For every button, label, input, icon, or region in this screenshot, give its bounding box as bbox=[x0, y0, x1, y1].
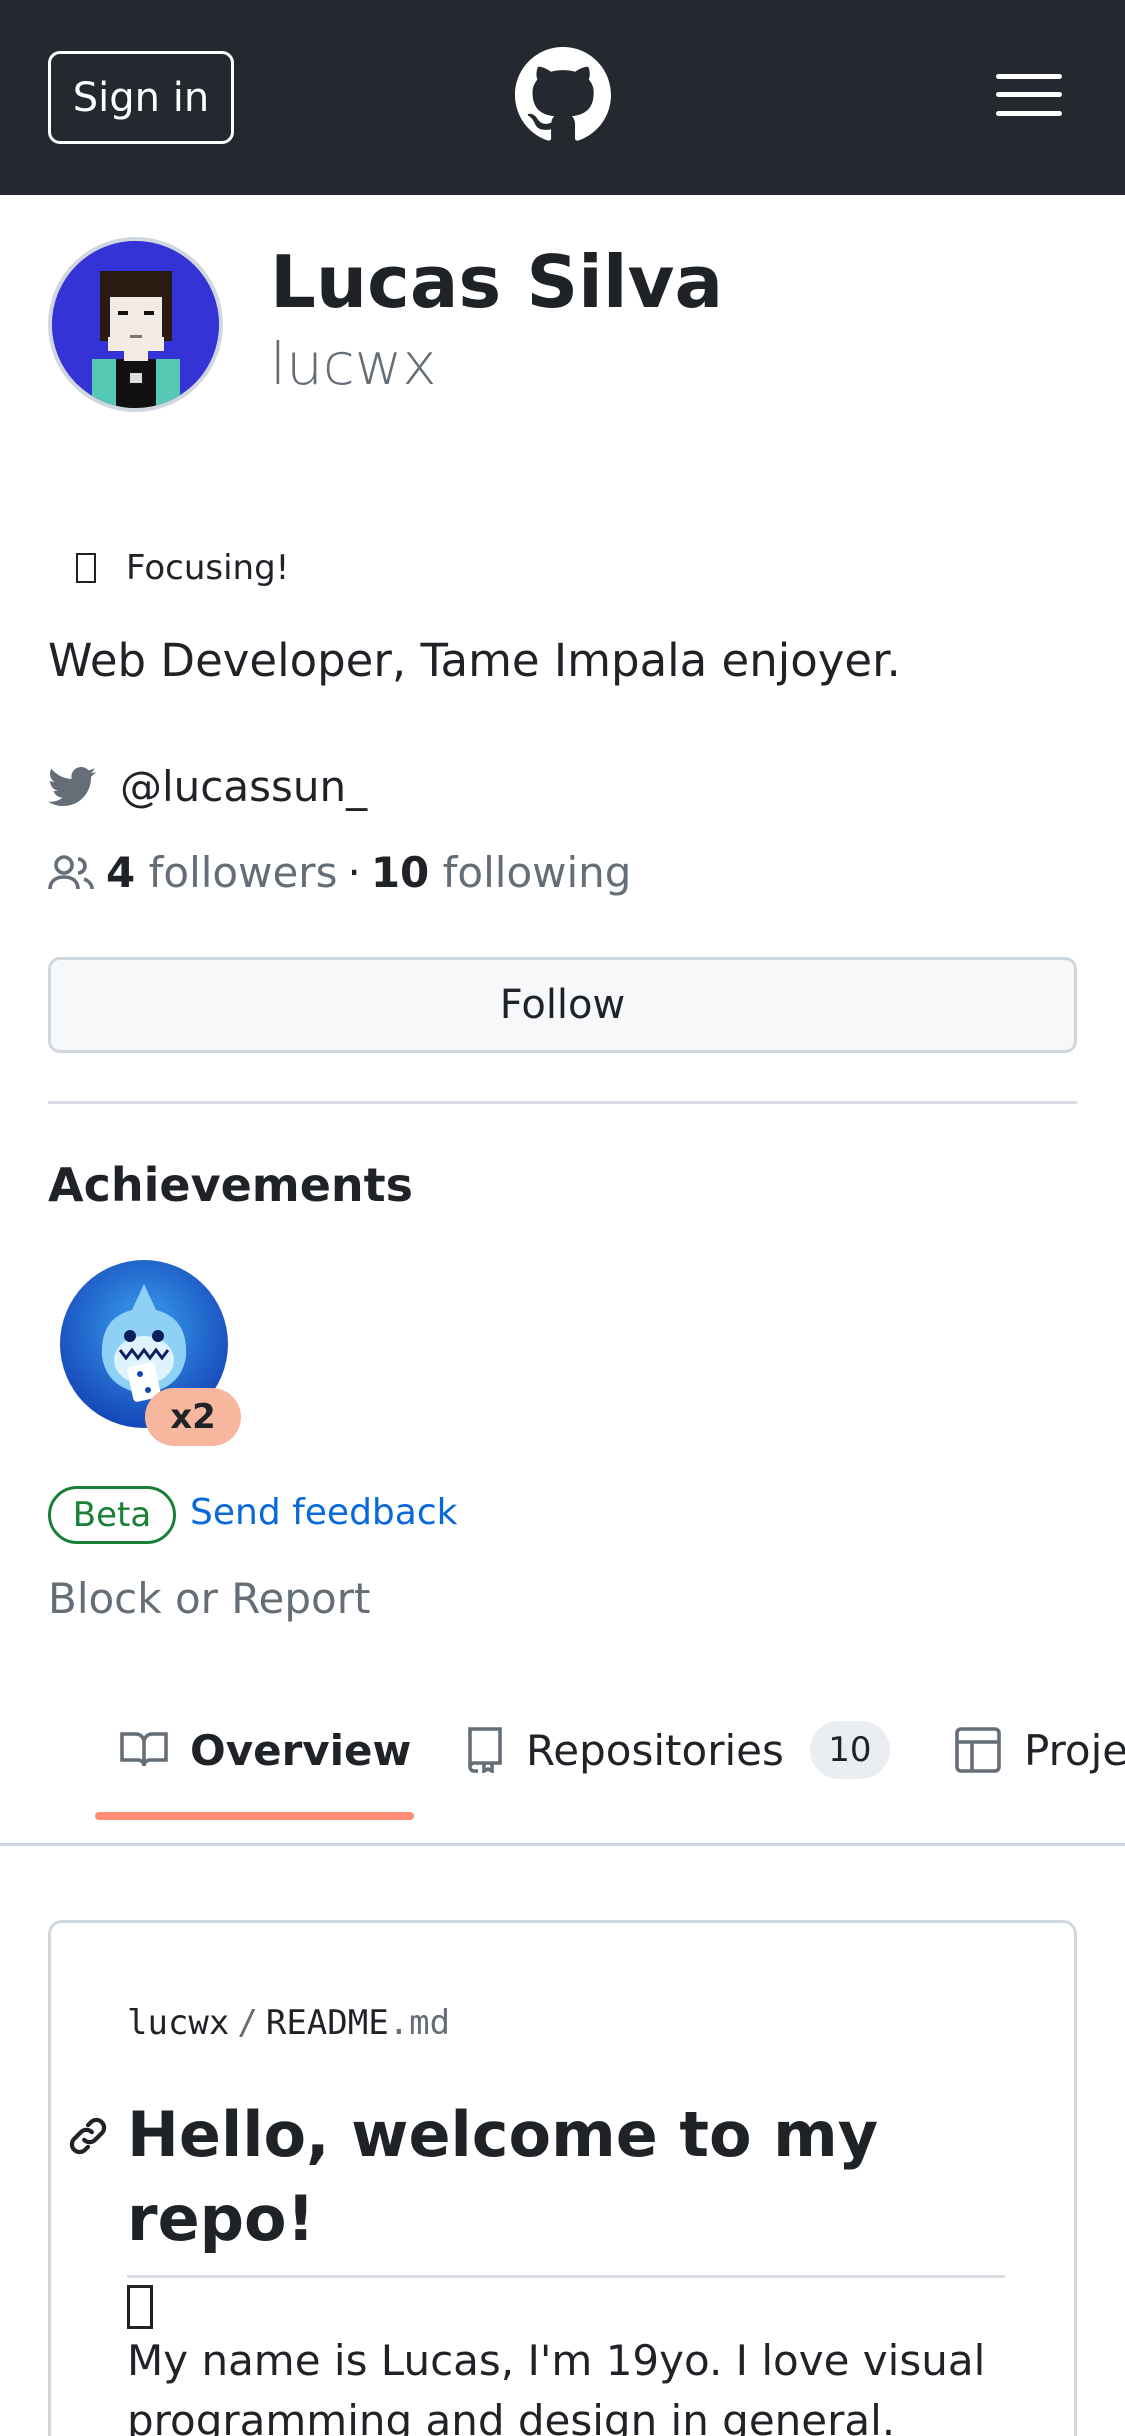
repositories-counter: 10 bbox=[809, 1721, 890, 1779]
block-or-report-link[interactable]: Block or Report bbox=[48, 1574, 371, 1623]
achievements-heading: Achievements bbox=[48, 1158, 414, 1212]
status-emoji-icon bbox=[76, 553, 96, 583]
following-label: following bbox=[442, 848, 632, 897]
tab-label: Repositories bbox=[526, 1725, 784, 1775]
book-icon bbox=[120, 1730, 168, 1770]
github-logo-icon[interactable] bbox=[515, 47, 611, 143]
readme-path: lucwx / README.md bbox=[127, 2003, 450, 2043]
follow-stats: 4 followers · 10 following bbox=[48, 848, 631, 897]
sign-in-button[interactable]: Sign in bbox=[48, 51, 234, 144]
people-icon bbox=[48, 854, 94, 889]
readme-heading-text: Hello, welcome to my repo! bbox=[127, 2098, 879, 2255]
beta-label: Beta bbox=[48, 1486, 176, 1544]
heading-rule bbox=[127, 2275, 1005, 2278]
twitter-handle: @lucassun_ bbox=[120, 762, 368, 811]
send-feedback-link[interactable]: Send feedback bbox=[190, 1492, 458, 1533]
repo-icon bbox=[464, 1727, 504, 1773]
followers-label: followers bbox=[148, 848, 338, 897]
user-status[interactable]: Focusing! bbox=[48, 548, 289, 588]
avatar-image bbox=[52, 241, 219, 408]
followers-count: 4 bbox=[106, 848, 136, 897]
status-text: Focusing! bbox=[126, 548, 290, 588]
following-link[interactable]: 10 following bbox=[371, 848, 632, 897]
tab-label: Projects bbox=[1024, 1725, 1125, 1775]
table-icon bbox=[954, 1726, 1002, 1774]
readme-heading: Hello, welcome to my repo! bbox=[127, 2093, 1027, 2345]
readme-owner-link[interactable]: lucwx bbox=[127, 2003, 229, 2043]
tab-overview[interactable]: Overview bbox=[120, 1700, 411, 1800]
followers-link[interactable]: 4 followers bbox=[106, 848, 337, 897]
twitter-icon bbox=[48, 766, 96, 806]
follow-button[interactable]: Follow bbox=[48, 957, 1077, 1053]
menu-hamburger-icon[interactable] bbox=[996, 72, 1066, 118]
twitter-link[interactable]: @lucassun_ bbox=[48, 762, 367, 811]
readme-file-ext: .md bbox=[388, 2003, 451, 2043]
profile-full-name: Lucas Silva bbox=[270, 240, 724, 324]
tab-projects[interactable]: Projects bbox=[954, 1700, 1125, 1800]
readme-card: lucwx / README.md Hello, welcome to my rep… bbox=[48, 1920, 1077, 2436]
profile-bio: Web Developer, Tame Impala enjoyer. bbox=[48, 634, 901, 687]
section-divider bbox=[48, 1101, 1077, 1104]
profile-tabs: Overview Repositories 10 Projects bbox=[0, 1700, 1125, 1846]
profile-username: lucwx bbox=[270, 330, 437, 398]
readme-file-name[interactable]: README bbox=[266, 2003, 389, 2043]
readme-paragraph: My name is Lucas, I'm 19yo. I love visua… bbox=[127, 2336, 986, 2436]
avatar[interactable] bbox=[48, 237, 223, 412]
active-tab-indicator bbox=[95, 1812, 414, 1820]
stats-separator: · bbox=[347, 848, 361, 897]
anchor-link-icon[interactable] bbox=[65, 2113, 111, 2159]
top-navbar: Sign in bbox=[0, 0, 1125, 195]
tab-repositories[interactable]: Repositories 10 bbox=[464, 1700, 890, 1800]
path-separator: / bbox=[237, 2003, 258, 2043]
badge-count: x2 bbox=[145, 1388, 241, 1446]
following-count: 10 bbox=[370, 848, 430, 897]
heading-emoji-icon bbox=[127, 2284, 153, 2329]
tab-label: Overview bbox=[190, 1725, 412, 1775]
